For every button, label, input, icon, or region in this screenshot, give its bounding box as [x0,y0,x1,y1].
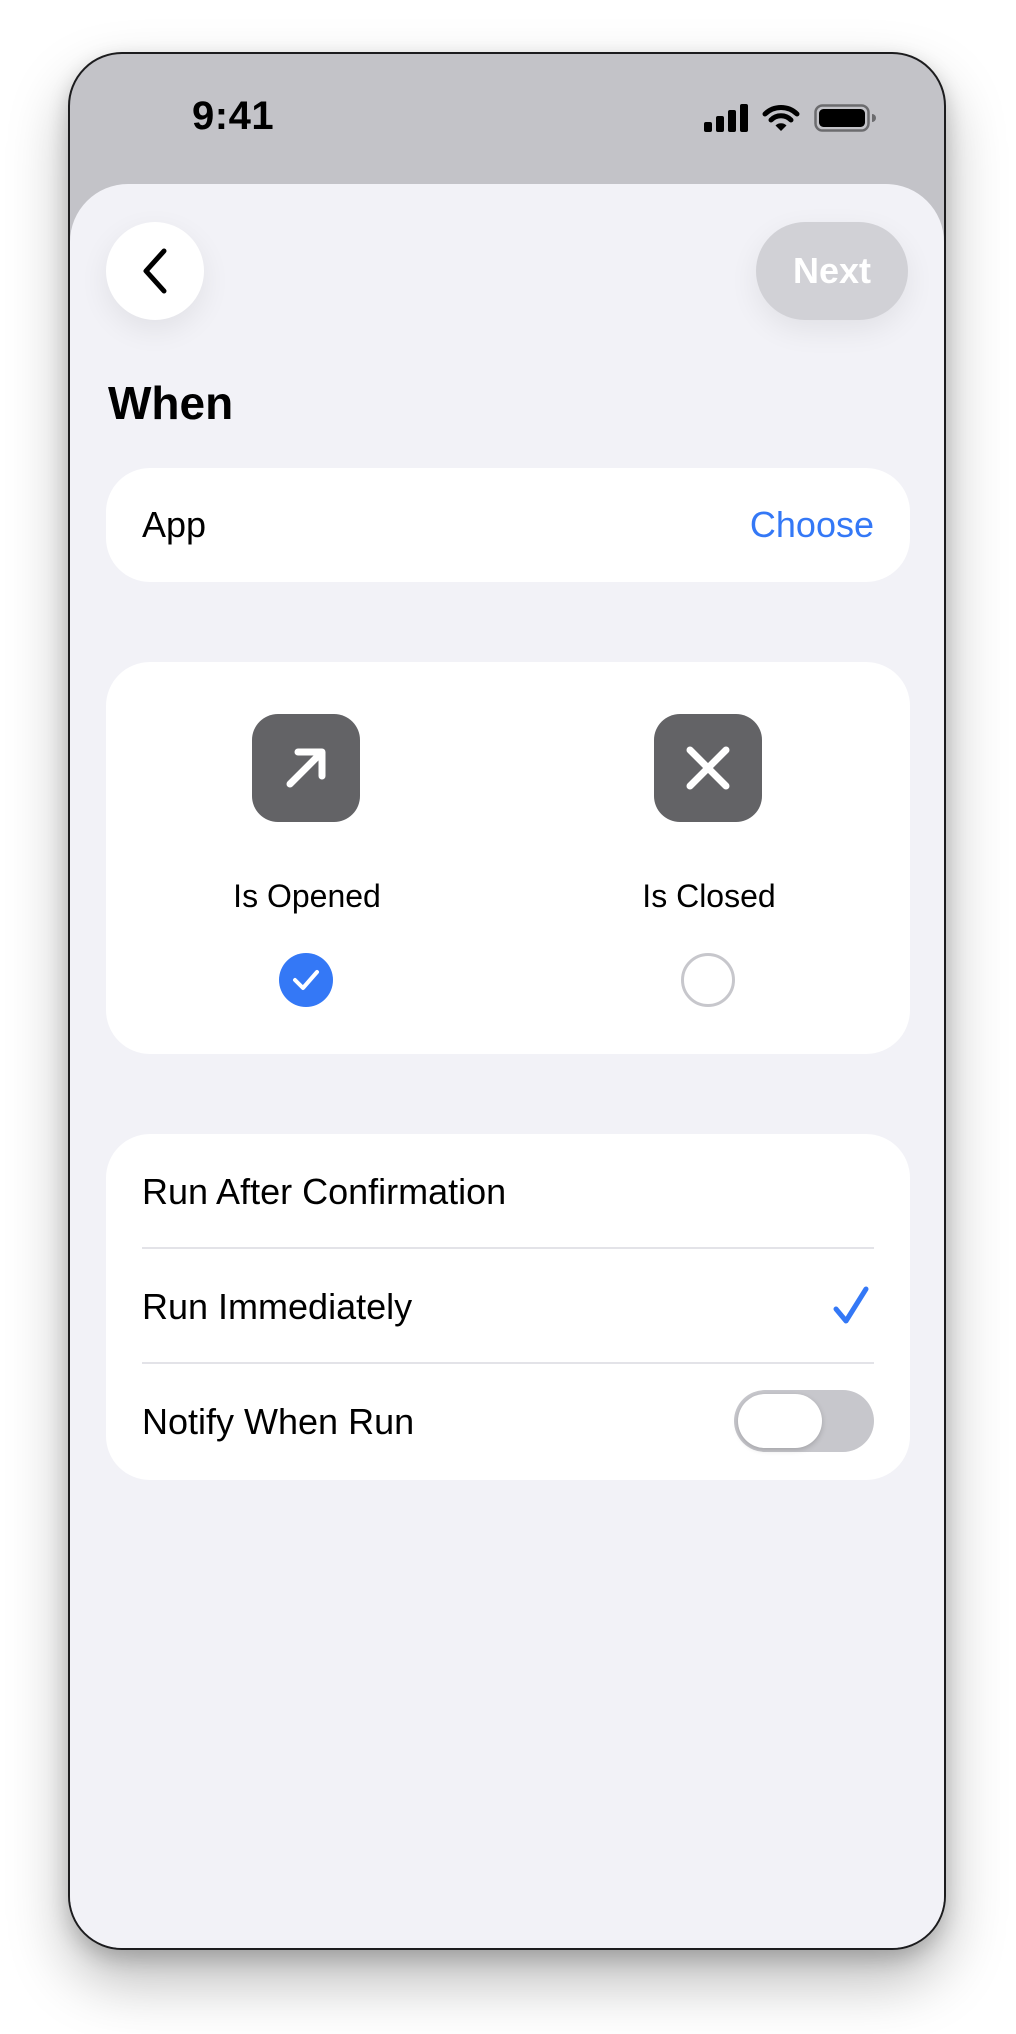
checkmark-icon [833,1286,869,1324]
row-label: Run Immediately [142,1286,413,1327]
row-label: Notify When Run [142,1401,415,1442]
notify-toggle[interactable] [734,1390,874,1452]
row-label: Run After Confirmation [142,1171,507,1212]
status-bar: 9:41 [70,54,944,184]
checkmark-icon [293,970,319,990]
radio-selected-is-opened[interactable] [279,953,333,1007]
sheet: Next When App Choose Is Opened Is Closed… [70,184,944,1948]
next-button[interactable]: Next [756,222,908,320]
xmark-icon [654,714,762,822]
phone-frame: 9:41 Next When App Choose Is Opened Is C… [68,52,946,1950]
battery-icon [814,104,876,132]
run-settings: Run After Confirmation Run Immediately N… [106,1134,910,1480]
row-run-immediately[interactable]: Run Immediately [106,1249,910,1364]
trigger-options: Is Opened Is Closed [106,662,910,1054]
row-notify-when-run: Notify When Run [106,1364,910,1479]
section-title: When [108,377,234,429]
option-is-opened[interactable]: Is Opened [106,662,508,1054]
wifi-icon [762,105,800,131]
row-run-after-confirmation[interactable]: Run After Confirmation [106,1134,910,1249]
option-label-is-opened: Is Opened [233,878,381,914]
option-is-closed[interactable]: Is Closed [508,662,910,1054]
arrow-up-right-icon [252,714,360,822]
app-row[interactable]: App Choose [106,468,910,582]
toggle-knob [738,1394,822,1448]
chevron-left-icon [143,248,167,294]
app-label: App [142,504,207,545]
cellular-signal-icon [704,104,748,132]
radio-unselected-is-closed[interactable] [681,953,735,1007]
choose-app-button[interactable]: Choose [750,468,874,582]
back-button[interactable] [106,222,204,320]
status-time: 9:41 [192,94,275,138]
status-icons [704,104,876,132]
option-label-is-closed: Is Closed [642,878,776,914]
